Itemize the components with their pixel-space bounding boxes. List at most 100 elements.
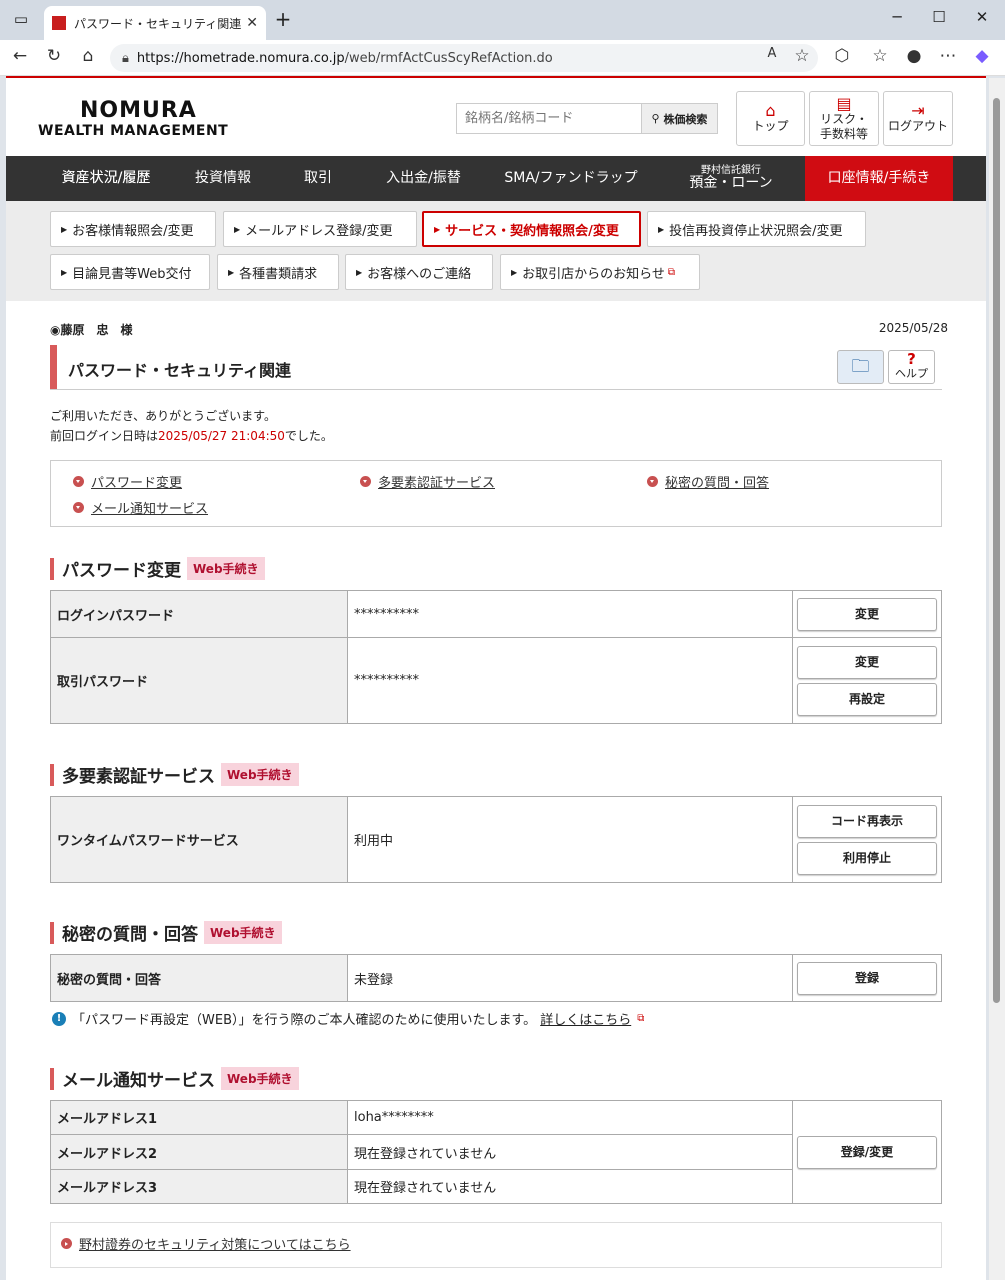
close-tab-icon[interactable]: ✕ [246, 15, 258, 31]
link-mail-notification[interactable]: メール通知サービス [73, 498, 208, 517]
back-icon[interactable]: ← [8, 46, 32, 66]
profile-avatar-icon[interactable]: ● [902, 46, 926, 66]
greeting-line1: ご利用いただき、ありがとうございます。 [50, 409, 276, 423]
security-measures-link[interactable]: 野村證券のセキュリティ対策についてはこちら [61, 1234, 351, 1253]
nav-deposit-transfer[interactable]: 入出金/振替 [371, 156, 476, 201]
trade-password-label: 取引パスワード [50, 637, 348, 724]
details-link[interactable]: 詳しくはこちら [540, 1009, 631, 1028]
copilot-icon[interactable]: ◆ [970, 46, 994, 66]
nav-label: 預金・ローン [689, 175, 773, 192]
link-label: パスワード変更 [91, 476, 183, 491]
lock-icon: 🔒︎ [122, 50, 129, 66]
mail-register-change-button[interactable]: 登録/変更 [797, 1135, 937, 1169]
logo-line2: WEALTH MANAGEMENT [38, 123, 229, 139]
mail-address2-value: 現在登録されていません [347, 1134, 793, 1170]
security-info-box: 野村證券のセキュリティ対策についてはこちら [50, 1222, 942, 1268]
favorites-icon[interactable]: ☆ [868, 46, 892, 66]
subnav-document-request[interactable]: ▶ 各種書類請求 [217, 254, 339, 290]
nav-investment-info[interactable]: 投資情報 [178, 156, 268, 201]
page-title: パスワード・セキュリティ関連 [68, 361, 292, 380]
add-folder-button[interactable]: 🗀︎ [837, 350, 884, 384]
home-icon: ⌂ [765, 101, 776, 121]
section-title: 秘密の質問・回答 [62, 925, 198, 945]
user-name: ◉藤原 忠 様 [50, 321, 133, 338]
subnav-branch-notice[interactable]: ▶ お取引店からのお知らせ ⧉ [500, 254, 700, 290]
current-date: 2025/05/28 [878, 321, 948, 335]
mail-address3-label: メールアドレス3 [50, 1169, 348, 1204]
logout-button[interactable]: ⇥ ログアウト [883, 91, 953, 146]
search-button[interactable]: ⚲ 株価検索 [642, 103, 718, 134]
mfa-stop-button[interactable]: 利用停止 [797, 841, 937, 875]
nav-label: 口座情報/手続き [827, 169, 931, 186]
subnav-reinvest-stop[interactable]: ▶ 投信再投資停止状況照会/変更 [647, 211, 866, 247]
tab-actions-icon[interactable]: ▭ [6, 10, 36, 28]
info-icon: ! [52, 1011, 66, 1026]
web-badge: Web手続き [221, 763, 299, 786]
new-tab-icon[interactable]: + [268, 7, 298, 31]
subnav-label: 投信再投資停止状況照会/変更 [669, 223, 843, 239]
url-host: https://hometrade.nomura.co.jp [136, 50, 345, 66]
subnav-contact[interactable]: ▶ お客様へのご連絡 [345, 254, 493, 290]
sub-nav: ▶ お客様情報照会/変更 ▶ メールアドレス登録/変更 ▶ サービス・契約情報照会/変… [6, 201, 986, 301]
browser-tab[interactable]: パスワード・セキュリティ関連 | 野村證券 ✕ [44, 6, 266, 40]
minimize-icon[interactable]: ─ [882, 8, 912, 26]
mail-address3-value: 現在登録されていません [347, 1169, 793, 1204]
section-password: パスワード変更 Web手続き [50, 556, 265, 581]
subnav-service-contract[interactable]: ▶ サービス・契約情報照会/変更 [422, 211, 641, 247]
help-button[interactable]: ? ヘルプ [888, 350, 935, 384]
arrow-down-icon [647, 476, 658, 487]
close-window-icon[interactable]: ✕ [967, 8, 997, 26]
mail-address2-label: メールアドレス2 [50, 1134, 348, 1170]
secret-register-button[interactable]: 登録 [797, 961, 937, 995]
top-button[interactable]: ⌂ トップ [736, 91, 805, 146]
page-title-box: パスワード・セキュリティ関連 🗀︎ ? ヘルプ [50, 345, 942, 390]
link-password-change[interactable]: パスワード変更 [73, 472, 182, 491]
url-field[interactable]: 🔒︎ https://hometrade.nomura.co.jp /web/r… [110, 44, 818, 72]
web-badge: Web手続き [187, 557, 265, 580]
nav-sma-fundwrap[interactable]: SMA/ファンドラップ [496, 156, 646, 201]
trade-password-change-button[interactable]: 変更 [797, 645, 937, 679]
logout-label: ログアウト [887, 119, 948, 134]
risk-label1: リスク・ [820, 112, 868, 127]
arrow-right-icon [61, 1238, 72, 1249]
subnav-label: サービス・契約情報照会/変更 [445, 223, 619, 239]
table-row: メールアドレス1 loha******** 登録/変更 [50, 1100, 942, 1204]
subnav-mail-address[interactable]: ▶ メールアドレス登録/変更 [223, 211, 417, 247]
nomura-logo[interactable]: NOMURA WEALTH MANAGEMENT [38, 98, 228, 139]
nav-trade[interactable]: 取引 [288, 156, 348, 201]
link-mfa-service[interactable]: 多要素認証サービス [360, 472, 495, 491]
link-secret-question[interactable]: 秘密の質問・回答 [647, 472, 769, 491]
web-badge: Web手続き [221, 1067, 299, 1090]
risk-fee-button[interactable]: ▤ リスク・ 手数料等 [809, 91, 879, 146]
scrollbar[interactable] [989, 78, 1005, 1280]
refresh-icon[interactable]: ↻ [42, 46, 66, 66]
nav-trust-bank[interactable]: 野村信託銀行 預金・ローン [671, 156, 791, 201]
subnav-customer-info[interactable]: ▶ お客様情報照会/変更 [50, 211, 216, 247]
subnav-prospectus[interactable]: ▶ 目論見書等Web交付 [50, 254, 210, 290]
home-icon[interactable]: ⌂ [76, 46, 100, 66]
code-redisplay-button[interactable]: コード再表示 [797, 804, 937, 838]
nav-assets-history[interactable]: 資産状況/履歴 [46, 156, 166, 201]
read-aloud-icon[interactable]: A [760, 46, 784, 61]
table-row: 取引パスワード ********** 変更 再設定 [50, 637, 942, 724]
risk-label2: 手数料等 [819, 126, 868, 141]
link-label: 野村證券のセキュリティ対策についてはこちら [79, 1238, 351, 1253]
maximize-icon[interactable]: ☐ [924, 8, 954, 26]
more-menu-icon[interactable]: ⋯ [936, 46, 960, 66]
nav-account-info[interactable]: 口座情報/手続き [805, 156, 953, 201]
link-label: メール通知サービス [91, 502, 209, 517]
secret-table: 秘密の質問・回答 未登録 登録 [50, 954, 942, 1002]
favorite-star-icon[interactable]: ☆ [790, 46, 814, 66]
extensions-icon[interactable]: ⬡ [830, 46, 854, 66]
login-password-value: ********** [347, 590, 793, 638]
last-login-time: 2025/05/27 21:04:50 [158, 429, 285, 443]
login-password-change-button[interactable]: 変更 [797, 597, 937, 631]
nav-label: 入出金/振替 [386, 169, 461, 186]
trade-password-reset-button[interactable]: 再設定 [797, 682, 937, 716]
main-nav-items: 資産状況/履歴 投資情報 取引 入出金/振替 SMA/ファンドラップ 野村信託銀… [6, 156, 986, 201]
folder-add-icon: 🗀︎ [851, 356, 870, 377]
help-icon: ? [907, 350, 916, 368]
browser-tab-bar: ▭ パスワード・セキュリティ関連 | 野村證券 ✕ + ─ ☐ ✕ [0, 0, 1005, 40]
search-input[interactable] [456, 103, 642, 134]
scrollbar-thumb[interactable] [993, 98, 1000, 1003]
